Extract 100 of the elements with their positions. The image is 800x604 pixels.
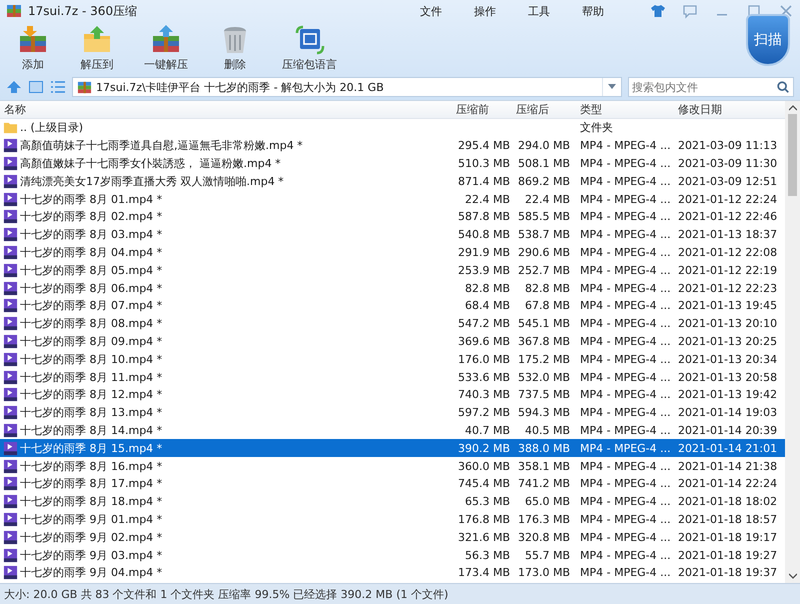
toolbar-button[interactable]: 压缩包语言 — [274, 22, 345, 74]
column-header[interactable]: 名称 — [0, 102, 450, 117]
file-row[interactable]: 十七岁的雨季 8月 06.mp4 * 82.8 MB 82.8 MB MP4 - MPEG-4 ... 2021-01-12 22:23 — [0, 279, 785, 297]
column-header[interactable]: 压缩前 — [450, 102, 510, 117]
video-file-icon — [3, 530, 18, 545]
video-file-icon — [3, 458, 18, 474]
scroll-thumb[interactable] — [788, 114, 797, 196]
video-file-icon — [3, 494, 18, 510]
file-name: 十七岁的雨季 8月 18.mp4 * — [20, 494, 162, 510]
file-row[interactable]: 十七岁的雨季 8月 05.mp4 * 253.9 MB 252.7 MB MP4 - MPEG-4 ... 2021-01-12 22:19 — [0, 261, 785, 280]
size-before: 65.3 MB — [464, 495, 510, 508]
video-file-icon — [3, 316, 18, 332]
modified-date: 2021-01-18 18:02 — [677, 495, 778, 508]
modified-date: 2021-01-12 22:23 — [677, 282, 778, 295]
file-row[interactable]: 十七岁的雨季 8月 09.mp4 * 369.6 MB 367.8 MB MP4 - MPEG-4 ... 2021-01-13 20:25 — [0, 332, 785, 350]
file-row[interactable]: 十七岁的雨季 8月 17.mp4 * 745.4 MB 741.2 MB MP4 - MPEG-4 ... 2021-01-14 22:24 — [0, 474, 785, 493]
file-name: 十七岁的雨季 8月 08.mp4 * — [20, 316, 162, 332]
video-file-icon — [3, 512, 18, 527]
address-field[interactable]: 17sui.7z\卡哇伊平台 十七岁的雨季 - 解包大小为 20.1 GB — [72, 77, 622, 97]
file-row[interactable]: 十七岁的雨季 8月 12.mp4 * 740.3 MB 737.5 MB MP4 - MPEG-4 ... 2021-01-13 19:42 — [0, 386, 785, 404]
file-name: 十七岁的雨季 8月 06.mp4 * — [20, 280, 162, 296]
size-after: 40.5 MB — [524, 424, 570, 437]
address-path: 17sui.7z\卡哇伊平台 十七岁的雨季 - 解包大小为 20.1 GB — [96, 80, 385, 94]
video-file-icon — [3, 209, 18, 224]
file-row[interactable]: 十七岁的雨季 8月 04.mp4 * 291.9 MB 290.6 MB MP4 - MPEG-4 ... 2021-01-12 22:08 — [0, 244, 785, 262]
modified-date: 2021-01-18 19:37 — [677, 566, 778, 580]
toolbar-button[interactable]: 解压到 — [72, 22, 122, 74]
file-row[interactable]: 清纯漂亮美女17岁雨季直播大秀 双人激情啪啪.mp4 * 871.4 MB 869.2 MB MP4 - MPEG-4 ... 2021-03-09 12:51 — [0, 172, 785, 190]
file-name: 十七岁的雨季 8月 02.mp4 * — [20, 209, 162, 224]
modified-date: 2021-03-09 11:13 — [677, 139, 778, 152]
size-before: 176.8 MB — [456, 512, 510, 526]
size-after: 55.7 MB — [524, 548, 570, 562]
menu-item[interactable]: 文件 — [408, 4, 454, 18]
status-text: 大小: 20.0 GB 共 83 个文件和 1 个文件夹 压缩率 99.5% 已经选择 390.2 MB (1 个文件) — [4, 586, 448, 602]
size-after: 869.2 MB — [516, 174, 570, 188]
file-row[interactable]: 十七岁的雨季 8月 15.mp4 * 390.2 MB 388.0 MB MP4 - MPEG-4 ... 2021-01-14 21:01 — [0, 439, 785, 458]
file-type: MP4 - MPEG-4 ... — [579, 228, 670, 242]
file-row[interactable]: 十七岁的雨季 8月 02.mp4 * 587.8 MB 585.5 MB MP4 - MPEG-4 ... 2021-01-12 22:46 — [0, 208, 785, 226]
size-after: 737.5 MB — [516, 388, 570, 402]
file-row[interactable]: 十七岁的雨季 9月 04.mp4 * 173.4 MB 173.0 MB MP4 - MPEG-4 ... 2021-01-18 19:37 — [0, 564, 785, 582]
file-type: MP4 - MPEG-4 ... — [579, 192, 670, 206]
thumbnail-view-icon[interactable] — [28, 79, 44, 95]
file-row[interactable]: 十七岁的雨季 8月 07.mp4 * 68.4 MB 67.8 MB MP4 - MPEG-4 ... 2021-01-13 19:45 — [0, 296, 785, 315]
file-row[interactable]: 十七岁的雨季 8月 18.mp4 * 65.3 MB 65.0 MB MP4 - MPEG-4 ... 2021-01-18 18:02 — [0, 492, 785, 511]
scroll-down-icon[interactable] — [788, 573, 796, 579]
file-row[interactable]: 十七岁的雨季 9月 03.mp4 * 56.3 MB 55.7 MB MP4 - MPEG-4 ... 2021-01-18 19:27 — [0, 546, 785, 564]
menu-item[interactable]: 工具 — [516, 4, 562, 18]
list-view-icon[interactable] — [50, 79, 66, 95]
scan-button[interactable]: 扫描 — [746, 14, 790, 66]
file-row[interactable]: 十七岁的雨季 9月 01.mp4 * 176.8 MB 176.3 MB MP4 - MPEG-4 ... 2021-01-18 18:57 — [0, 510, 785, 528]
menu-item[interactable]: 帮助 — [570, 4, 616, 18]
file-row[interactable]: 十七岁的雨季 8月 16.mp4 * 360.0 MB 358.1 MB MP4 - MPEG-4 ... 2021-01-14 21:38 — [0, 457, 785, 475]
search-icon[interactable] — [776, 80, 790, 94]
file-name: 十七岁的雨季 8月 07.mp4 * — [20, 298, 162, 314]
file-type: MP4 - MPEG-4 ... — [579, 317, 670, 330]
file-name: 十七岁的雨季 8月 17.mp4 * — [20, 476, 162, 492]
file-type: MP4 - MPEG-4 ... — [579, 442, 670, 455]
modified-date: 2021-01-14 20:39 — [677, 424, 778, 437]
toolbar-button[interactable]: 一键解压 — [136, 22, 196, 74]
search-field[interactable]: 搜索包内文件 — [628, 77, 794, 97]
file-type: MP4 - MPEG-4 ... — [579, 495, 670, 508]
scrollbar[interactable] — [785, 101, 800, 583]
column-header[interactable]: 修改日期 — [670, 102, 780, 117]
file-row[interactable]: 十七岁的雨季 8月 10.mp4 * 176.0 MB 175.2 MB MP4 - MPEG-4 ... 2021-01-13 20:34 — [0, 350, 785, 368]
modified-date: 2021-01-14 22:24 — [677, 477, 778, 490]
video-file-icon — [3, 565, 18, 580]
file-row[interactable]: 十七岁的雨季 8月 01.mp4 * 22.4 MB 22.4 MB MP4 - MPEG-4 ... 2021-01-12 22:24 — [0, 190, 785, 208]
modified-date: 2021-01-12 22:24 — [677, 192, 778, 206]
file-name: 十七岁的雨季 8月 09.mp4 * — [20, 334, 162, 349]
file-row[interactable]: .. (上级目录) 文件夹 — [0, 119, 785, 137]
scroll-up-icon[interactable] — [788, 105, 796, 111]
size-before: 587.8 MB — [456, 210, 510, 224]
close-icon[interactable] — [778, 3, 794, 19]
menu-item[interactable]: 操作 — [462, 4, 508, 18]
file-row[interactable]: 十七岁的雨季 8月 11.mp4 * 533.6 MB 532.0 MB MP4 - MPEG-4 ... 2021-01-13 20:58 — [0, 368, 785, 386]
column-header[interactable]: 类型 — [570, 102, 670, 117]
file-name: .. (上级目录) — [20, 120, 84, 136]
file-row[interactable]: 十七岁的雨季 8月 14.mp4 * 40.7 MB 40.5 MB MP4 - MPEG-4 ... 2021-01-14 20:39 — [0, 422, 785, 440]
file-name: 十七岁的雨季 8月 11.mp4 * — [20, 370, 162, 385]
file-row[interactable]: 十七岁的雨季 8月 08.mp4 * 547.2 MB 545.1 MB MP4 - MPEG-4 ... 2021-01-13 20:10 — [0, 314, 785, 333]
file-type: MP4 - MPEG-4 ... — [579, 210, 670, 224]
shirt-icon[interactable] — [650, 3, 666, 19]
feedback-icon[interactable] — [682, 3, 698, 19]
file-row[interactable]: 高顏值嫩妹子十七雨季女仆裝誘惑， 逼逼粉嫩.mp4 * 510.3 MB 508.1 MB MP4 - MPEG-4 ... 2021-03-09 11:30 — [0, 154, 785, 172]
file-name: 十七岁的雨季 8月 15.mp4 * — [20, 440, 162, 456]
modified-date: 2021-01-18 19:17 — [677, 530, 778, 544]
archive-icon — [77, 80, 92, 94]
up-arrow-icon[interactable] — [6, 79, 22, 95]
toolbar-button[interactable]: 添加 — [8, 22, 58, 74]
file-row[interactable]: 高顏值萌妹子十七雨季道具自慰,逼逼無毛非常粉嫩.mp4 * 295.4 MB 294.0 MB MP4 - MPEG-4 ... 2021-03-09 11:13 — [0, 136, 785, 155]
column-header[interactable]: 压缩后 — [510, 102, 570, 117]
file-row[interactable]: 十七岁的雨季 8月 13.mp4 * 597.2 MB 594.3 MB MP4 - MPEG-4 ... 2021-01-14 19:03 — [0, 404, 785, 422]
modified-date: 2021-01-12 22:19 — [677, 264, 778, 277]
modified-date: 2021-01-13 19:45 — [677, 299, 778, 312]
file-type: MP4 - MPEG-4 ... — [579, 246, 670, 259]
modified-date: 2021-01-18 19:27 — [677, 548, 778, 562]
toolbar-button[interactable]: 删除 — [210, 22, 260, 74]
file-row[interactable]: 十七岁的雨季 9月 02.mp4 * 321.6 MB 320.8 MB MP4 - MPEG-4 ... 2021-01-18 19:17 — [0, 528, 785, 546]
size-before: 360.0 MB — [456, 460, 510, 473]
file-row[interactable]: 十七岁的雨季 8月 03.mp4 * 540.8 MB 538.7 MB MP4 - MPEG-4 ... 2021-01-13 18:37 — [0, 226, 785, 244]
